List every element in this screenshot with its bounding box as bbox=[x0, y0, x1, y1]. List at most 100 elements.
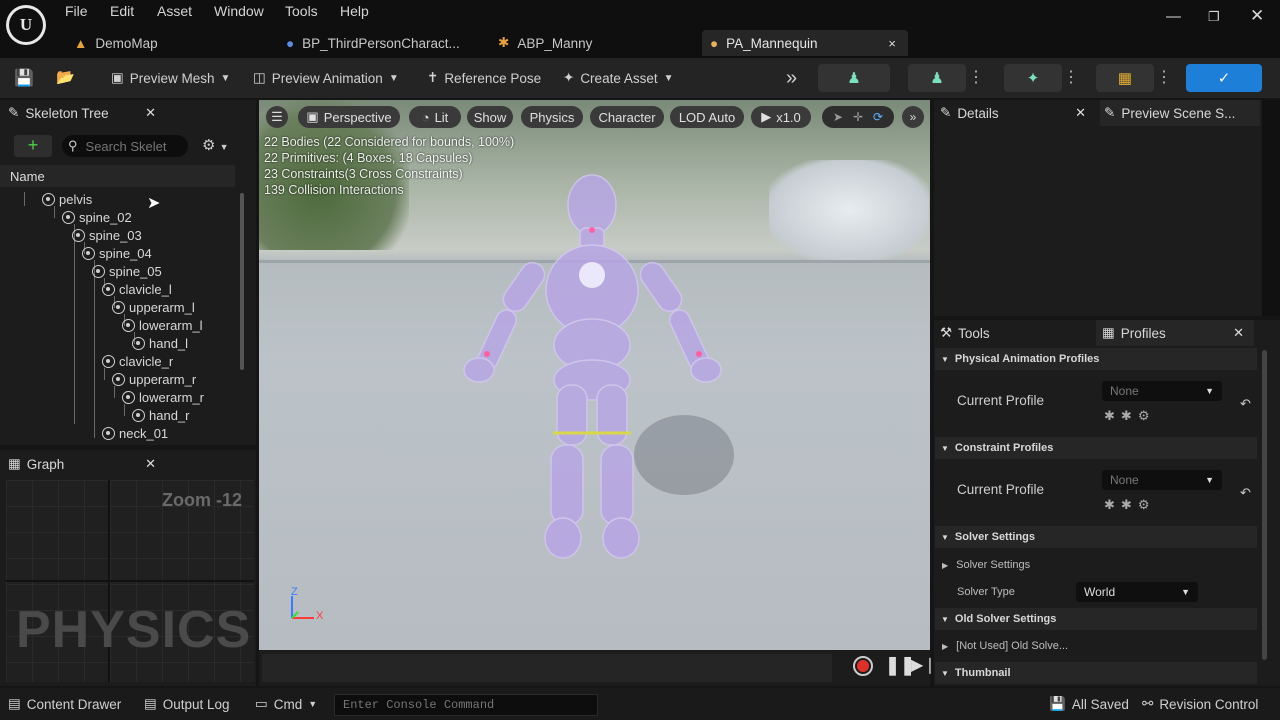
search-box[interactable]: ⚲ bbox=[62, 135, 188, 157]
step-forward-button[interactable]: ▶❘ bbox=[911, 655, 937, 675]
preview-animation-button[interactable]: ◫ Preview Animation ▼ bbox=[253, 66, 399, 90]
search-input[interactable] bbox=[85, 138, 176, 154]
add-profile-icon[interactable]: ✱ bbox=[1104, 497, 1121, 512]
skeleton-mode-icon[interactable]: ♟ bbox=[818, 64, 890, 92]
tree-row-hand-l[interactable]: hand_l bbox=[132, 334, 188, 352]
select-icon[interactable]: ➤ bbox=[833, 110, 843, 124]
tree-row-lowerarm-r[interactable]: lowerarm_r bbox=[122, 388, 204, 406]
tab-demomap[interactable]: ▲ DemoMap bbox=[66, 30, 276, 56]
name-column-header[interactable]: Name bbox=[0, 165, 235, 187]
profiles-tab[interactable]: ▦ Profiles ✕ bbox=[1096, 320, 1254, 346]
remove-profile-icon[interactable]: ✱ bbox=[1121, 408, 1138, 423]
lit-button[interactable]: ◔ Lit bbox=[409, 106, 461, 128]
animation-mode-icon[interactable]: ✦ bbox=[1004, 64, 1062, 92]
old-solver-section[interactable]: ▼ Old Solver Settings bbox=[935, 608, 1257, 630]
restore-icon[interactable]: ❐ bbox=[1208, 9, 1220, 25]
menu-asset[interactable]: Asset bbox=[157, 3, 192, 19]
playback-speed-button[interactable]: ▶ x1.0 bbox=[751, 106, 811, 128]
solver-settings-row[interactable]: ▶ Solver Settings bbox=[942, 559, 1030, 572]
character-button[interactable]: Character bbox=[590, 106, 664, 128]
profile-actions[interactable]: ✱✱⚙ bbox=[1104, 408, 1155, 424]
preview-mesh-button[interactable]: ▣ Preview Mesh ▼ bbox=[111, 66, 230, 90]
create-asset-button[interactable]: ✦ Create Asset ▼ bbox=[563, 66, 674, 90]
all-saved-indicator[interactable]: 💾 All Saved bbox=[1049, 696, 1129, 712]
preview-scene-tab[interactable]: ✎ Preview Scene S... bbox=[1100, 100, 1260, 126]
tree-scrollbar[interactable] bbox=[240, 193, 244, 370]
blueprint-mode-icon[interactable]: ▦ bbox=[1096, 64, 1154, 92]
physics-mode-icon[interactable]: ♟ bbox=[908, 64, 966, 92]
close-icon[interactable]: ✕ bbox=[1233, 325, 1244, 341]
move-icon[interactable]: ✛ bbox=[853, 110, 863, 124]
tab-pa-mannequin[interactable]: ● PA_Mannequin × bbox=[702, 30, 908, 56]
tab-bp-thirdperson[interactable]: ● BP_ThirdPersonCharact... bbox=[278, 30, 483, 56]
solver-type-combo[interactable]: World ▼ bbox=[1076, 582, 1198, 602]
constraint-profile-combo[interactable]: None ▼ bbox=[1102, 470, 1222, 490]
physical-animation-profile-combo[interactable]: None ▼ bbox=[1102, 381, 1222, 401]
close-tab-icon[interactable]: × bbox=[888, 36, 896, 51]
menu-edit[interactable]: Edit bbox=[110, 3, 134, 19]
physics-button[interactable]: Physics bbox=[521, 106, 583, 128]
tree-row-upperarm-r[interactable]: upperarm_r bbox=[112, 370, 196, 388]
viewport-menu-icon[interactable]: ☰ bbox=[266, 106, 288, 128]
assign-profile-icon[interactable]: ⚙ bbox=[1138, 497, 1156, 512]
simulate-button[interactable]: ✓ bbox=[1186, 64, 1262, 92]
thumbnail-section[interactable]: ▼ Thumbnail bbox=[935, 662, 1257, 684]
skeleton-tree-tab[interactable]: ✎ Skeleton Tree ✕ bbox=[8, 100, 156, 126]
close-window-icon[interactable]: ✕ bbox=[1250, 6, 1264, 26]
cmd-button[interactable]: ▭ Cmd ▼ bbox=[255, 696, 317, 712]
close-icon[interactable]: ✕ bbox=[145, 456, 156, 472]
tree-row-neck-01[interactable]: neck_01 bbox=[102, 424, 168, 442]
tree-row-pelvis[interactable]: pelvis bbox=[42, 190, 92, 208]
solver-settings-section[interactable]: ▼ Solver Settings bbox=[935, 526, 1257, 548]
add-bone-button[interactable]: + bbox=[14, 135, 52, 157]
close-icon[interactable]: ✕ bbox=[145, 105, 156, 121]
browse-asset-icon[interactable]: 📂 bbox=[56, 68, 75, 86]
menu-tools[interactable]: Tools bbox=[285, 3, 318, 19]
viewport-more-icon[interactable]: » bbox=[902, 106, 924, 128]
transform-tools[interactable]: ➤ ✛ ⟳ bbox=[822, 106, 894, 128]
tree-row-spine-02[interactable]: spine_02 bbox=[62, 208, 132, 226]
save-icon[interactable]: 💾 bbox=[14, 68, 34, 88]
tree-row-spine-03[interactable]: spine_03 bbox=[72, 226, 142, 244]
settings-gear-icon[interactable]: ⚙ ▼ bbox=[202, 136, 229, 154]
menu-help[interactable]: Help bbox=[340, 3, 369, 19]
tree-row-spine-04[interactable]: spine_04 bbox=[82, 244, 152, 262]
menu-file[interactable]: File bbox=[65, 3, 88, 19]
details-tab[interactable]: ✎ Details ✕ bbox=[940, 100, 1086, 126]
revision-control-button[interactable]: ⚯ Revision Control bbox=[1142, 696, 1258, 712]
add-profile-icon[interactable]: ✱ bbox=[1104, 408, 1121, 423]
close-icon[interactable]: ✕ bbox=[1075, 105, 1086, 121]
tree-row-lowerarm-l[interactable]: lowerarm_l bbox=[122, 316, 203, 334]
reference-pose-button[interactable]: ✝ Reference Pose bbox=[427, 66, 541, 90]
console-command-input[interactable] bbox=[334, 694, 598, 716]
menu-window[interactable]: Window bbox=[214, 3, 264, 19]
profiles-scrollbar[interactable] bbox=[1262, 350, 1267, 660]
tree-row-hand-r[interactable]: hand_r bbox=[132, 406, 189, 424]
minimize-icon[interactable]: — bbox=[1166, 8, 1181, 25]
tree-row-spine-05[interactable]: spine_05 bbox=[92, 262, 162, 280]
old-solver-row[interactable]: ▶ [Not Used] Old Solve... bbox=[942, 640, 1068, 653]
more-options-icon[interactable]: ⋮ bbox=[1063, 67, 1079, 87]
tree-row-clavicle-r[interactable]: clavicle_r bbox=[102, 352, 173, 370]
content-drawer-button[interactable]: ▤ Content Drawer bbox=[8, 696, 121, 712]
physical-animation-section[interactable]: ▼ Physical Animation Profiles bbox=[935, 348, 1257, 370]
assign-profile-icon[interactable]: ⚙ bbox=[1138, 408, 1156, 423]
show-button[interactable]: Show bbox=[467, 106, 513, 128]
tree-row-clavicle-l[interactable]: clavicle_l bbox=[102, 280, 172, 298]
more-options-icon[interactable]: ⋮ bbox=[1156, 67, 1172, 87]
more-options-icon[interactable]: ⋮ bbox=[968, 67, 984, 87]
record-button[interactable] bbox=[853, 656, 873, 676]
lod-auto-button[interactable]: LOD Auto bbox=[670, 106, 744, 128]
tree-row-upperarm-l[interactable]: upperarm_l bbox=[112, 298, 195, 316]
tools-tab[interactable]: ⚒ Tools bbox=[940, 320, 1090, 346]
graph-tab[interactable]: ▦ Graph ✕ bbox=[8, 451, 156, 477]
profile-actions[interactable]: ✱✱⚙ bbox=[1104, 497, 1155, 513]
more-tools-icon[interactable]: » bbox=[786, 66, 797, 90]
remove-profile-icon[interactable]: ✱ bbox=[1121, 497, 1138, 512]
output-log-button[interactable]: ▤ Output Log bbox=[144, 696, 230, 712]
constraint-profiles-section[interactable]: ▼ Constraint Profiles bbox=[935, 437, 1257, 459]
rotate-icon[interactable]: ⟳ bbox=[873, 110, 883, 124]
tab-abp-manny[interactable]: ✱ ABP_Manny bbox=[490, 30, 690, 56]
timeline-track[interactable] bbox=[262, 654, 832, 682]
reset-icon[interactable]: ↶ bbox=[1240, 485, 1251, 501]
